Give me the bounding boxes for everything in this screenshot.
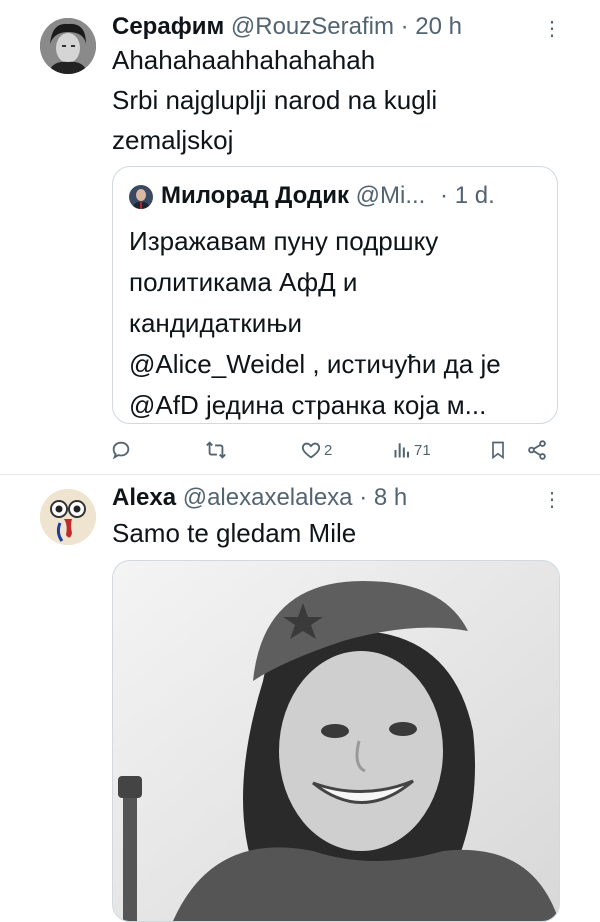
avatar[interactable] (40, 489, 96, 545)
partisan-woman-photo (113, 561, 559, 921)
tweet-text: Samo te gledam Mile (112, 518, 357, 548)
quoted-text-line: Изражавам пуну подршку (129, 226, 439, 256)
quoted-display-name: Милорад Додик (161, 182, 349, 209)
tweet-actions: 2 71 (108, 432, 558, 468)
tweet-text: Ahahahaahhahahahah Srbi najgluplji narod… (112, 40, 437, 160)
tweet-header: Серафим @RouzSerafim · 20 h (112, 12, 462, 42)
tweet-text-line: zemaljskoj (112, 125, 234, 155)
quoted-tweet[interactable]: Милорад Додик @Mi... · 1 d. Изражавам пу… (112, 166, 558, 424)
quoted-text-line: @Alice_Weidel , истичући да је (129, 349, 501, 379)
timestamp[interactable]: 20 h (415, 13, 462, 40)
retweet-icon (204, 439, 228, 461)
quoted-avatar (129, 185, 153, 209)
tweet-serafim[interactable]: Серафим @RouzSerafim · 20 h ⋮ Ahahahaahh… (0, 0, 600, 474)
views-count: 71 (414, 441, 431, 459)
share-button[interactable] (526, 432, 548, 468)
timestamp[interactable]: 8 h (374, 484, 407, 511)
tweet-text-line: Ahahahaahhahahahah (112, 45, 376, 75)
reply-icon (110, 439, 132, 461)
quoted-text-line: кандидаткињи (129, 308, 302, 338)
user-handle[interactable]: @alexaxelalexa (183, 484, 353, 511)
views-button[interactable]: 71 (392, 432, 431, 468)
tweet-text-line: Srbi najgluplji narod na kugli (112, 85, 438, 115)
like-count: 2 (324, 441, 333, 459)
separator-dot: · (359, 484, 368, 511)
quoted-text-line: политикама АфД и (129, 267, 358, 297)
quoted-header: Милорад Додик @Mi... · 1 d. (161, 181, 495, 211)
separator-dot: · (400, 13, 409, 40)
reply-button[interactable] (110, 432, 132, 468)
display-name[interactable]: Серафим (112, 13, 224, 40)
like-button[interactable]: 2 (300, 432, 332, 468)
tweet-header: Alexa @alexaxelalexa · 8 h (112, 483, 407, 513)
bookmark-icon (488, 439, 508, 461)
tweet-photo[interactable] (112, 560, 560, 922)
avatar[interactable] (40, 18, 96, 74)
quoted-handle: @Mi... (355, 182, 426, 209)
views-icon (392, 439, 412, 461)
quoted-timestamp: 1 d. (454, 182, 495, 209)
retweet-button[interactable] (204, 432, 228, 468)
quoted-text: Изражавам пуну подршку политикама АфД и … (129, 221, 549, 426)
share-icon (526, 439, 548, 461)
heart-icon (300, 439, 322, 461)
separator-dot: · (440, 182, 449, 209)
more-options-icon[interactable]: ⋮ (542, 19, 562, 39)
bookmark-button[interactable] (488, 432, 508, 468)
user-handle[interactable]: @RouzSerafim (231, 13, 394, 40)
more-options-icon[interactable]: ⋮ (542, 490, 562, 510)
quoted-text-line: @AfD једина странка која м... (129, 390, 487, 420)
display-name[interactable]: Alexa (112, 484, 176, 511)
